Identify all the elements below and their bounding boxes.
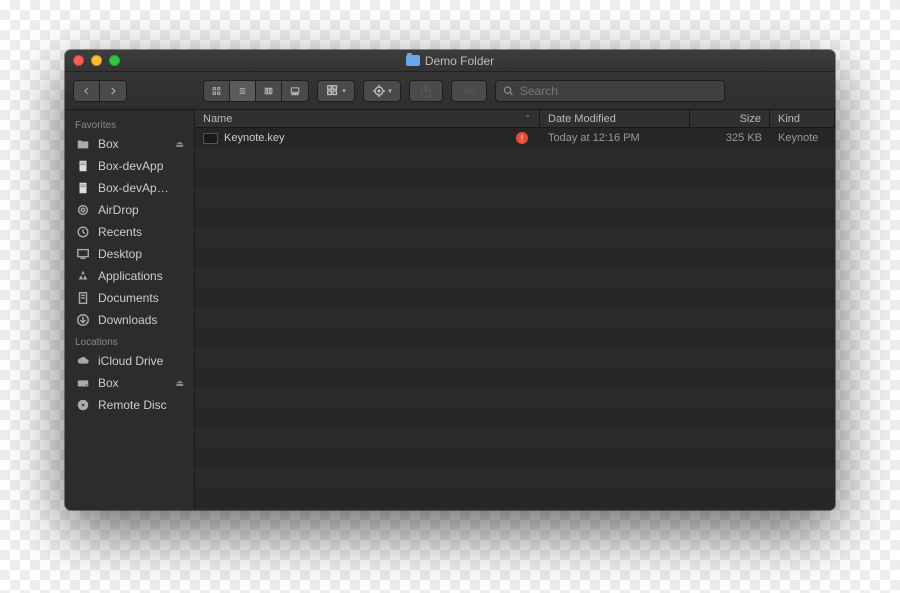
- cloud-icon: [75, 354, 91, 368]
- search-field[interactable]: [495, 80, 725, 102]
- sidebar-item-label: Box-devAp…: [98, 181, 169, 195]
- list-view-button[interactable]: [230, 81, 256, 101]
- sidebar-item[interactable]: Applications: [65, 265, 194, 287]
- sidebar-item-label: Box-devApp: [98, 159, 163, 173]
- column-kind[interactable]: Kind: [770, 110, 835, 127]
- folder-icon: [75, 137, 91, 151]
- file-kind: Keynote: [770, 132, 835, 144]
- sort-asc-icon: ⌃: [524, 114, 531, 123]
- sidebar-item-label: Recents: [98, 225, 142, 239]
- file-date: Today at 12:16 PM: [540, 132, 690, 144]
- share-button[interactable]: [409, 80, 443, 102]
- sidebar-item[interactable]: Box-devApp: [65, 155, 194, 177]
- action-menu[interactable]: ▾: [363, 80, 401, 102]
- sidebar-item-label: Remote Disc: [98, 398, 167, 412]
- column-size[interactable]: Size: [690, 110, 770, 127]
- sidebar-item[interactable]: Box-devAp…: [65, 177, 194, 199]
- folder-icon: [406, 55, 420, 66]
- sidebar-item[interactable]: AirDrop: [65, 199, 194, 221]
- forward-button[interactable]: [100, 81, 126, 101]
- arrange-menu[interactable]: ▾: [317, 80, 355, 102]
- sidebar-item[interactable]: Box ⏏: [65, 372, 194, 394]
- file-list-pane: Name⌃ Date Modified Size Kind Keynote.ke…: [195, 110, 835, 510]
- column-view-button[interactable]: [256, 81, 282, 101]
- sidebar-item[interactable]: Documents: [65, 287, 194, 309]
- recents-icon: [75, 225, 91, 239]
- titlebar: Demo Folder: [65, 50, 835, 72]
- gallery-view-button[interactable]: [282, 81, 308, 101]
- window-body: Favorites Box ⏏ Box-devApp Box-devAp… AirDrop…: [65, 110, 835, 510]
- downloads-icon: [75, 313, 91, 327]
- file-size: 325 KB: [690, 132, 770, 144]
- sidebar-item[interactable]: Desktop: [65, 243, 194, 265]
- doc-icon: [75, 181, 91, 195]
- doc-icon: [75, 159, 91, 173]
- view-switcher: [203, 80, 309, 102]
- disc-icon: [75, 398, 91, 412]
- finder-window: Demo Folder ▾ ▾ FavoritesBox⏏Box-devAp: [65, 50, 835, 510]
- sidebar-item-label: Box: [98, 137, 119, 151]
- file-row[interactable]: Keynote.key! Today at 12:16 PM325 KBKeyno…: [195, 128, 835, 148]
- column-date[interactable]: Date Modified: [540, 110, 690, 127]
- column-name[interactable]: Name⌃: [195, 110, 540, 127]
- minimize-button[interactable]: [91, 55, 102, 66]
- maximize-button[interactable]: [109, 55, 120, 66]
- file-icon: [203, 133, 218, 144]
- window-controls: [73, 55, 120, 66]
- window-title: Demo Folder: [65, 54, 835, 68]
- sidebar-item-label: AirDrop: [98, 203, 139, 217]
- eject-icon[interactable]: ⏏: [175, 139, 184, 150]
- sidebar-item[interactable]: iCloud Drive: [65, 350, 194, 372]
- sidebar-item-label: Desktop: [98, 247, 142, 261]
- sidebar-item-label: Documents: [98, 291, 159, 305]
- desktop-icon: [75, 247, 91, 261]
- search-input[interactable]: [520, 84, 718, 98]
- eject-icon[interactable]: ⏏: [175, 378, 184, 389]
- sidebar-item-label: Downloads: [98, 313, 157, 327]
- sidebar-item[interactable]: Remote Disc: [65, 394, 194, 416]
- apps-icon: [75, 269, 91, 283]
- sidebar-section-header: Locations: [65, 331, 194, 350]
- sidebar-item-label: iCloud Drive: [98, 354, 163, 368]
- sidebar-item-label: Applications: [98, 269, 163, 283]
- sidebar-item[interactable]: Downloads: [65, 309, 194, 331]
- search-icon: [502, 84, 515, 98]
- sidebar-item[interactable]: Recents: [65, 221, 194, 243]
- docs-icon: [75, 291, 91, 305]
- back-button[interactable]: [74, 81, 100, 101]
- sidebar-item[interactable]: Box ⏏: [65, 133, 194, 155]
- sidebar: Favorites Box ⏏ Box-devApp Box-devAp… AirDrop…: [65, 110, 195, 510]
- sidebar-item-label: Box: [98, 376, 119, 390]
- disk-icon: [75, 376, 91, 390]
- tags-button[interactable]: [451, 80, 487, 102]
- sidebar-section-header: Favorites: [65, 114, 194, 133]
- column-headers: Name⌃ Date Modified Size Kind: [195, 110, 835, 128]
- close-button[interactable]: [73, 55, 84, 66]
- file-rows[interactable]: Keynote.key! Today at 12:16 PM325 KBKeyno…: [195, 128, 835, 510]
- file-name: Keynote.key: [224, 132, 285, 144]
- nav-buttons: [73, 80, 127, 102]
- window-title-text: Demo Folder: [425, 54, 494, 68]
- icon-view-button[interactable]: [204, 81, 230, 101]
- airdrop-icon: [75, 203, 91, 217]
- toolbar: ▾ ▾: [65, 72, 835, 110]
- error-status-icon: !: [516, 132, 528, 144]
